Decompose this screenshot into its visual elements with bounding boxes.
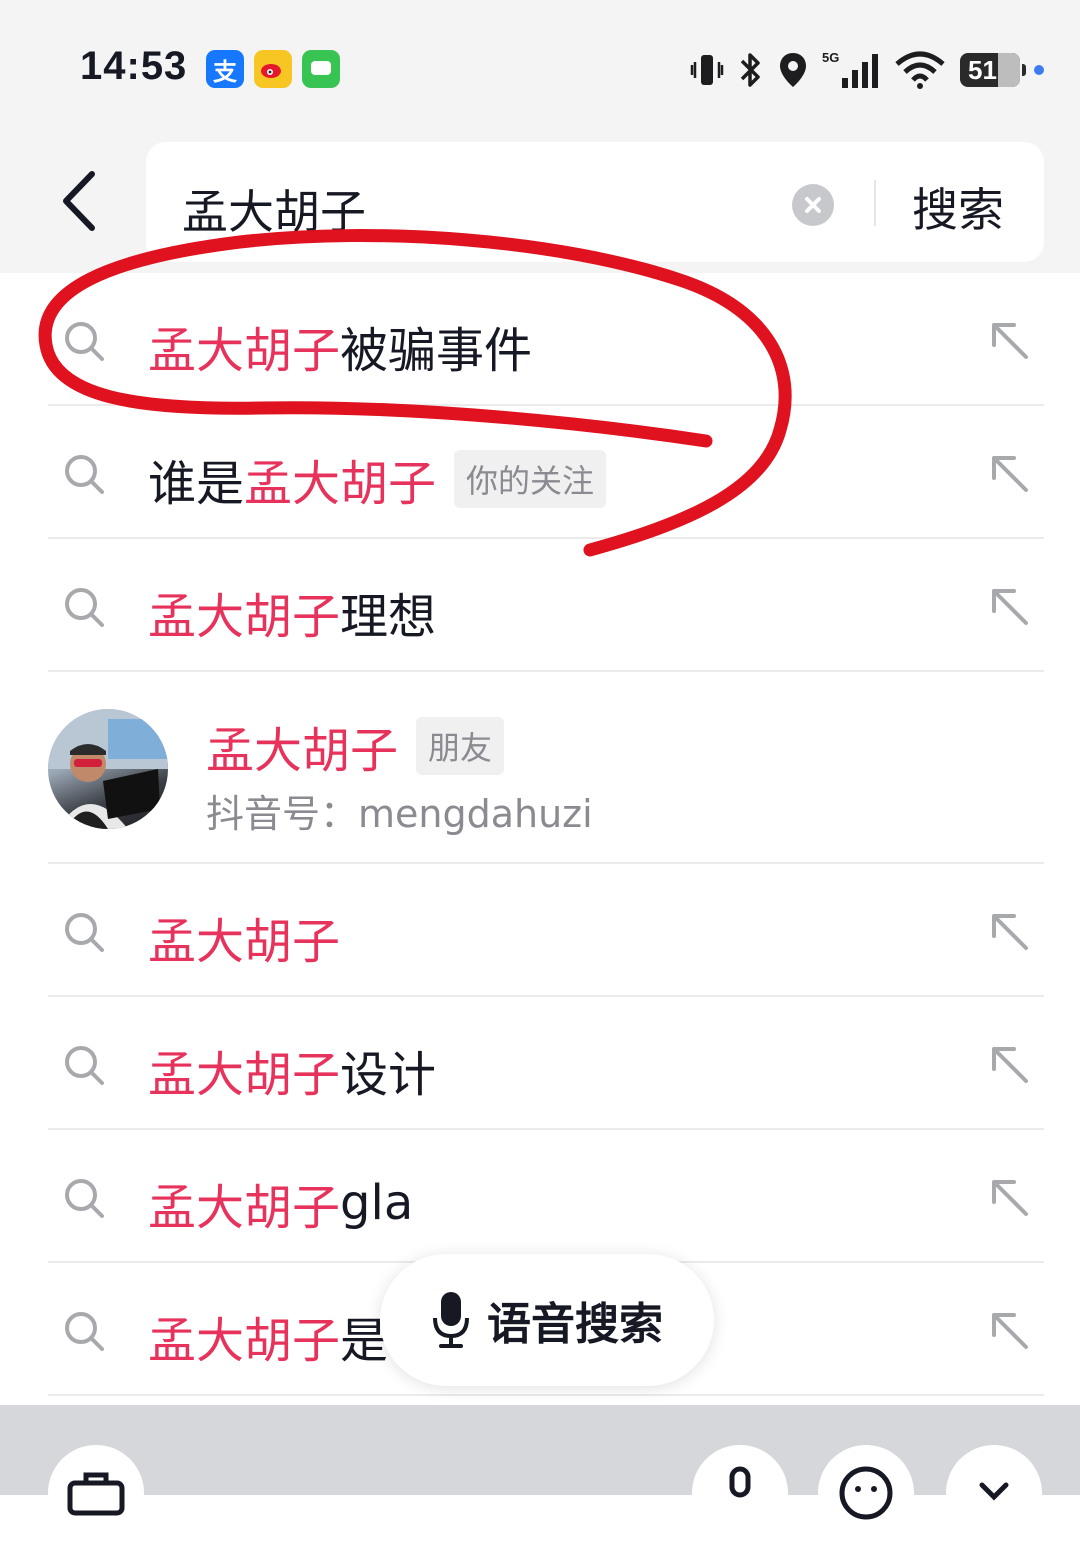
fill-query-arrow-icon[interactable] <box>988 1176 1032 1220</box>
following-tag: 你的关注 <box>454 450 607 508</box>
microphone-icon <box>433 1292 469 1348</box>
wifi-icon <box>894 50 946 90</box>
svg-text:5G: 5G <box>822 50 839 65</box>
toolbox-button[interactable] <box>48 1445 144 1541</box>
search-icon <box>65 1179 104 1218</box>
douyin-id: 抖音号：mengdahuzi <box>206 792 593 836</box>
briefcase-icon <box>67 1472 125 1516</box>
search-icon <box>65 455 104 494</box>
weibo-icon <box>254 50 292 88</box>
fill-query-arrow-icon[interactable] <box>988 452 1032 496</box>
search-icon <box>65 322 104 361</box>
friend-badge: 朋友 <box>416 717 505 775</box>
suggestion-item[interactable]: 孟大胡子 被骗事件 <box>0 273 1080 406</box>
suggestion-text: 谁是 孟大胡子 你的关注 <box>148 444 607 514</box>
system-icons: 5G 51 <box>690 46 1044 94</box>
alipay-icon: 支 <box>206 50 244 88</box>
notification-dot <box>1034 65 1044 75</box>
battery-icon: 51 <box>960 53 1026 87</box>
search-icon <box>65 913 104 952</box>
messages-icon <box>302 50 340 88</box>
location-icon <box>778 51 808 89</box>
fill-query-arrow-icon[interactable] <box>988 585 1032 629</box>
emoji-icon <box>839 1466 893 1520</box>
search-box: 孟大胡子 搜索 <box>146 142 1044 262</box>
back-button[interactable] <box>56 168 106 234</box>
voice-search-button[interactable]: 语音搜索 <box>380 1254 714 1386</box>
avatar <box>48 709 168 829</box>
search-icon <box>65 1046 104 1085</box>
signal-icon: 5G <box>822 50 880 90</box>
suggestion-text: 孟大胡子 设计 <box>148 1047 437 1103</box>
close-icon <box>805 197 821 213</box>
chevron-left-icon <box>63 171 95 231</box>
status-bar: 14:53 支 5G 51 <box>0 0 1080 140</box>
emoji-button[interactable] <box>818 1445 914 1541</box>
voice-search-label: 语音搜索 <box>487 1299 663 1350</box>
suggestion-text: 孟大胡子是 <box>148 1313 389 1369</box>
suggestion-text: 孟大胡子 <box>148 914 341 970</box>
chevron-down-icon <box>979 1482 1009 1501</box>
search-button[interactable]: 搜索 <box>912 174 1004 240</box>
user-name: 孟大胡子 朋友 <box>206 711 505 781</box>
clear-search-button[interactable] <box>792 184 834 226</box>
search-icon <box>65 588 104 627</box>
search-input[interactable]: 孟大胡子 <box>182 176 366 242</box>
microphone-icon <box>729 1466 751 1498</box>
fill-query-arrow-icon[interactable] <box>988 910 1032 954</box>
fill-query-arrow-icon[interactable] <box>988 1043 1032 1087</box>
status-time: 14:53 <box>80 44 188 88</box>
user-result[interactable]: 孟大胡子 朋友 抖音号：mengdahuzi <box>0 677 1080 864</box>
suggestion-item[interactable]: 孟大胡子 gla <box>0 1130 1080 1263</box>
fill-query-arrow-icon[interactable] <box>988 319 1032 363</box>
suggestion-text: 孟大胡子 gla <box>148 1175 414 1236</box>
search-header: 孟大胡子 搜索 <box>0 140 1080 273</box>
keyboard-toolbar <box>0 1405 1080 1541</box>
suggestion-item[interactable]: 孟大胡子 设计 <box>0 997 1080 1130</box>
vibrate-icon <box>690 52 724 88</box>
suggestion-text: 孟大胡子 理想 <box>148 589 437 645</box>
collapse-keyboard-button[interactable] <box>946 1445 1042 1541</box>
bluetooth-icon <box>738 51 764 89</box>
search-icon <box>65 1312 104 1351</box>
suggestion-item[interactable]: 孟大胡子 <box>0 864 1080 997</box>
divider <box>874 180 876 226</box>
suggestion-item[interactable]: 孟大胡子 理想 <box>0 539 1080 672</box>
suggestion-item[interactable]: 谁是 孟大胡子 你的关注 <box>0 406 1080 539</box>
suggestion-text: 孟大胡子 被骗事件 <box>148 323 533 379</box>
fill-query-arrow-icon[interactable] <box>988 1309 1032 1353</box>
keyboard-voice-button[interactable] <box>692 1445 788 1541</box>
